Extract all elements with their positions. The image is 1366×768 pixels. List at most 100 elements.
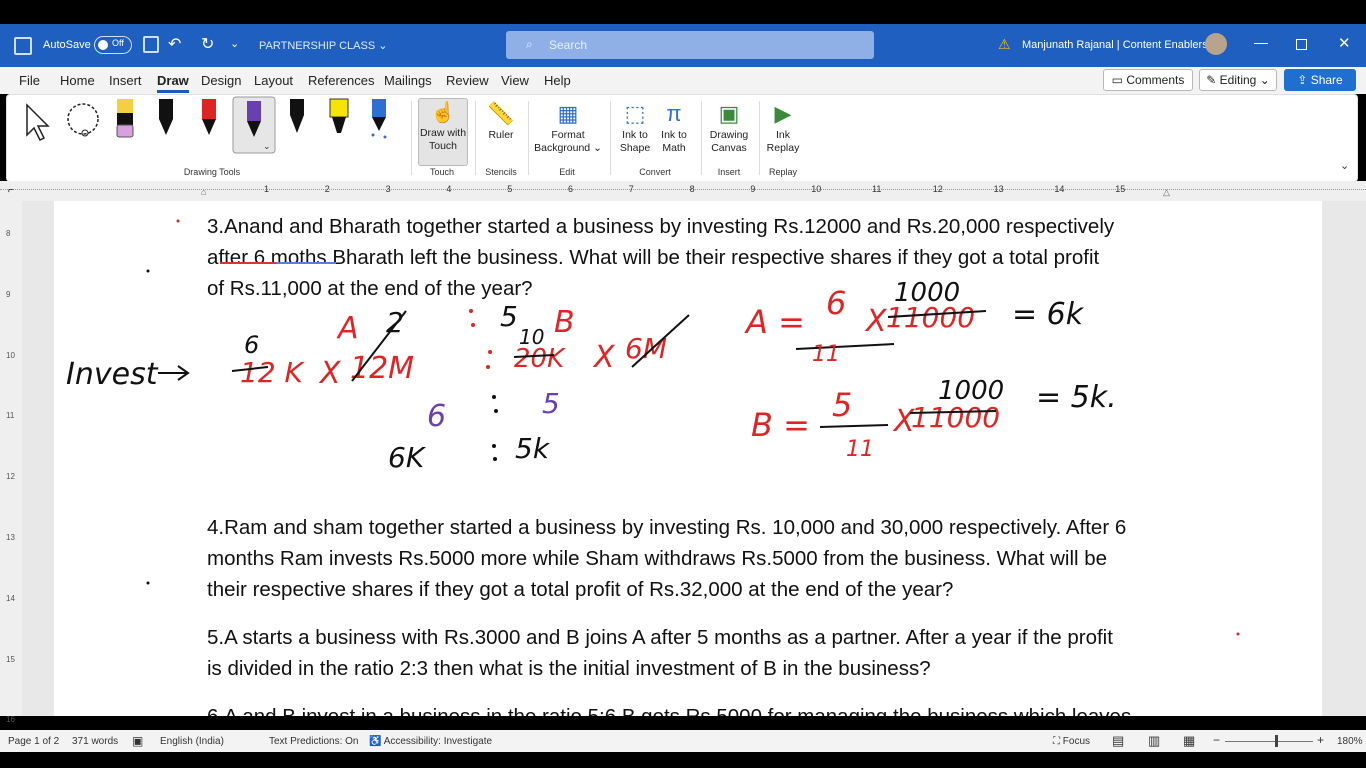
- right-indent-marker[interactable]: △: [1163, 187, 1170, 198]
- search-icon: ⌕: [526, 37, 533, 51]
- zoom-slider-thumb[interactable]: [1275, 735, 1278, 747]
- lasso-select-icon[interactable]: [67, 103, 99, 137]
- group-stencils: Stencils: [485, 167, 517, 177]
- yellow-highlighter-icon[interactable]: [329, 98, 349, 133]
- ink-a-label: A: [336, 311, 359, 346]
- horizontal-ruler[interactable]: ⌐ ⌂ △ 1 2 3 4 5 6 7 8 9 10 11 12 13 14 15: [0, 181, 1366, 201]
- tab-design[interactable]: Design: [201, 73, 241, 88]
- ink-a-eq: A =: [744, 303, 805, 341]
- zoom-out-icon[interactable]: −: [1213, 733, 1220, 747]
- drawing-canvas-button[interactable]: ▣ Drawing Canvas: [704, 99, 754, 155]
- accessibility-status[interactable]: ♿ Accessibility: Investigate: [369, 736, 492, 747]
- read-mode-icon[interactable]: ▤: [1112, 733, 1124, 749]
- ruler-number: 7: [628, 184, 634, 194]
- tab-stop-icon[interactable]: ⌐: [8, 185, 14, 196]
- collapse-ribbon-icon[interactable]: ⌄: [1340, 159, 1349, 172]
- vruler-number: 9: [6, 289, 11, 299]
- ink-a-den: 11: [812, 342, 840, 367]
- black-pencil-icon[interactable]: [290, 99, 304, 133]
- tab-layout[interactable]: Layout: [254, 73, 293, 88]
- zoom-in-icon[interactable]: +: [1317, 733, 1324, 747]
- red-pen-icon[interactable]: [202, 99, 216, 135]
- ruler-number: 9: [750, 184, 756, 194]
- minimize-icon[interactable]: —: [1254, 34, 1268, 50]
- word-count[interactable]: 371 words: [72, 736, 118, 747]
- ink-to-math-button[interactable]: π Ink to Math: [655, 99, 693, 155]
- ruler-number: 5: [507, 184, 513, 194]
- redo-icon[interactable]: ↻: [201, 34, 214, 54]
- web-layout-icon[interactable]: ▦: [1183, 733, 1195, 749]
- pi-math-icon: π: [666, 101, 682, 126]
- drawing-tools-gallery: ⌄: [26, 96, 387, 154]
- undo-icon[interactable]: ↶: [168, 34, 181, 54]
- ink-five-ratio: 5: [542, 387, 560, 420]
- document-page[interactable]: 3.Anand and Bharath together started a b…: [54, 201, 1322, 716]
- search-input[interactable]: ⌕ Search: [506, 31, 874, 59]
- ink-b-num: 5: [832, 386, 852, 424]
- tab-draw[interactable]: Draw: [157, 73, 189, 93]
- black-pen-icon[interactable]: [159, 99, 173, 135]
- draw-with-touch-button[interactable]: ☝ Draw with Touch: [418, 98, 468, 166]
- zoom-slider[interactable]: [1225, 741, 1313, 742]
- ruler-number: 1: [264, 184, 270, 194]
- text-predictions[interactable]: Text Predictions: On: [269, 736, 358, 747]
- editing-mode-button[interactable]: ✎ Editing ⌄: [1199, 69, 1277, 91]
- ink-a-x: X: [864, 304, 888, 339]
- document-title[interactable]: PARTNERSHIP CLASS ⌄: [259, 39, 387, 52]
- drawing-canvas-icon: ▣: [718, 101, 740, 126]
- page-count[interactable]: Page 1 of 2: [8, 736, 59, 747]
- customize-toolbar-icon[interactable]: ⌄: [230, 37, 239, 50]
- tab-help[interactable]: Help: [544, 73, 571, 88]
- user-name[interactable]: Manjunath Rajanal | Content Enablers: [1022, 39, 1208, 51]
- select-cursor-icon[interactable]: [26, 103, 50, 142]
- draw-ribbon: ⌄ Drawing Tools ☝ Draw with Touch Touch …: [6, 94, 1358, 182]
- tab-view[interactable]: View: [501, 73, 529, 88]
- ruler-number: 11: [872, 184, 882, 194]
- save-icon[interactable]: [143, 36, 159, 53]
- ink-six-m: 6M: [625, 332, 667, 365]
- ruler-number: 3: [385, 184, 391, 194]
- maximize-icon[interactable]: [1296, 39, 1307, 50]
- vruler-number: 8: [6, 229, 11, 238]
- ruler-number: 8: [689, 184, 695, 194]
- galaxy-pen-icon[interactable]: [371, 99, 387, 139]
- tab-mailings[interactable]: Mailings: [384, 73, 432, 88]
- comments-button[interactable]: ▭ Comments: [1103, 69, 1193, 91]
- accessibility-icon: ♿: [369, 736, 382, 747]
- ruler-number: 10: [811, 184, 822, 194]
- focus-button[interactable]: ⛶ Focus: [1053, 736, 1090, 747]
- title-bar: AutoSave Off ↶ ↻ ⌄ PARTNERSHIP CLASS ⌄ ⌕…: [0, 24, 1366, 67]
- ink-five: 5: [500, 300, 518, 333]
- play-icon: ▶: [774, 101, 792, 126]
- vruler-number: 10: [6, 350, 15, 360]
- ink-b-den: 11: [846, 437, 874, 462]
- vruler-number: 12: [6, 472, 15, 482]
- ink-twelve-m: 12M: [350, 351, 414, 386]
- tab-review[interactable]: Review: [446, 73, 489, 88]
- avatar[interactable]: [1205, 33, 1227, 55]
- close-icon[interactable]: ✕: [1338, 34, 1351, 52]
- tab-insert[interactable]: Insert: [109, 73, 142, 88]
- ink-replay-button[interactable]: ▶ Ink Replay: [763, 99, 803, 155]
- ruler-button[interactable]: 📏 Ruler: [481, 99, 521, 142]
- vruler-number: 16: [6, 715, 15, 725]
- share-button[interactable]: ⇪ Share: [1284, 69, 1356, 91]
- pencil-icon: ✎: [1206, 73, 1217, 87]
- print-layout-icon[interactable]: ▥: [1148, 733, 1160, 749]
- ink-to-shape-button[interactable]: ⬚ Ink to Shape: [616, 99, 654, 155]
- tab-file[interactable]: File: [19, 73, 40, 88]
- tab-home[interactable]: Home: [60, 73, 95, 88]
- tab-references[interactable]: References: [308, 73, 374, 88]
- group-replay: Replay: [768, 167, 797, 177]
- language[interactable]: English (India): [160, 736, 224, 747]
- indent-marker[interactable]: ⌂: [201, 187, 206, 197]
- ruler-number: 15: [1115, 184, 1126, 194]
- warning-icon[interactable]: ⚠: [998, 36, 1011, 53]
- ink-x-1: X: [318, 356, 342, 391]
- eraser-icon[interactable]: [116, 99, 134, 138]
- autosave-toggle[interactable]: Off: [94, 36, 132, 59]
- proofing-icon[interactable]: ▣: [132, 734, 143, 748]
- ruler-number: 2: [324, 184, 330, 194]
- format-background-button[interactable]: ▦ Format Background ⌄: [531, 99, 605, 155]
- zoom-level[interactable]: 180%: [1337, 736, 1363, 747]
